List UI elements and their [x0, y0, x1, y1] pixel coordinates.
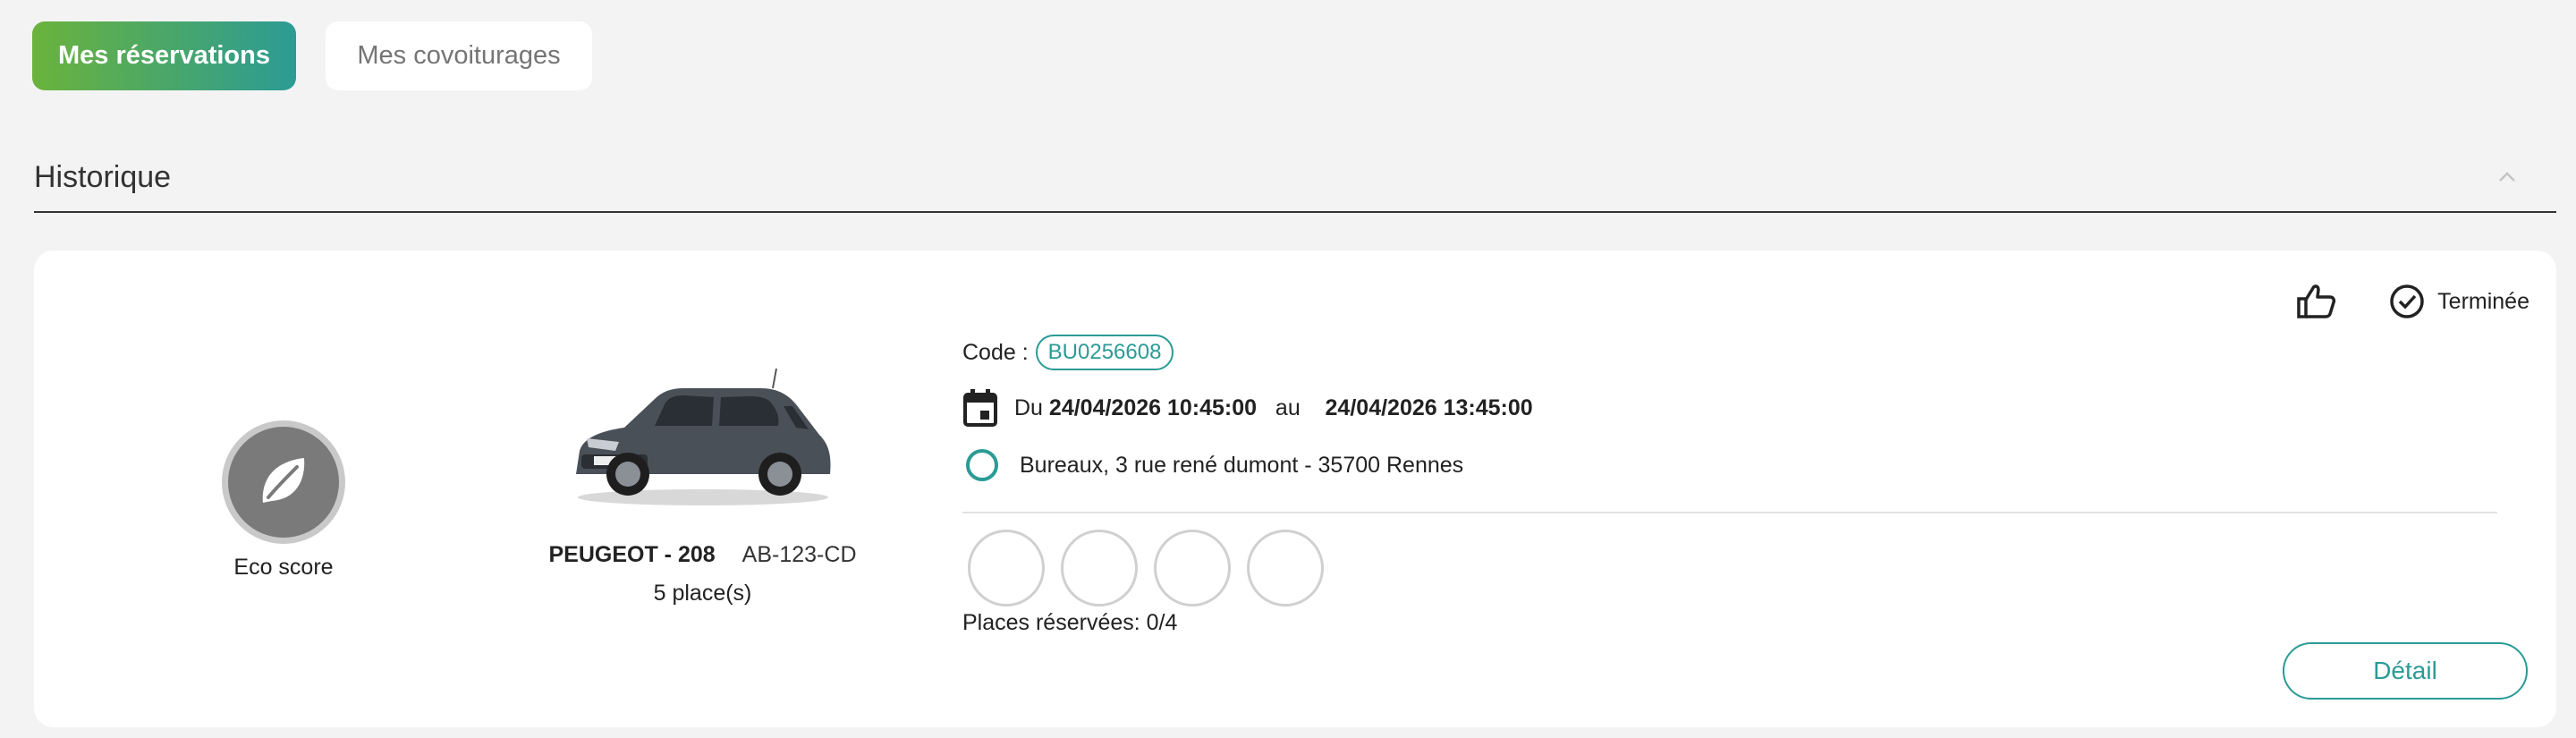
seat-slots — [968, 530, 2497, 607]
code-row: Code : BU0256608 — [962, 333, 2497, 372]
tab-mes-covoiturages[interactable]: Mes covoiturages — [326, 21, 592, 90]
code-badge: BU0256608 — [1035, 335, 1174, 370]
thumbs-up-icon[interactable] — [2296, 283, 2337, 320]
seat-slot — [1154, 530, 1231, 607]
location-circle-icon — [966, 449, 998, 481]
calendar-icon — [962, 388, 998, 428]
tab-mes-reservations[interactable]: Mes réservations — [32, 21, 296, 90]
car-seats: 5 place(s) — [653, 581, 752, 606]
date-to: 24/04/2026 13:45:00 — [1325, 394, 1533, 420]
check-circle-icon — [2389, 284, 2425, 319]
leaf-icon — [252, 449, 315, 516]
detail-button[interactable]: Détail — [2283, 642, 2528, 700]
date-prefix: Du — [1014, 394, 1043, 420]
section-title: Historique — [34, 159, 172, 194]
seat-slot — [1061, 530, 1138, 607]
tabs-bar: Mes réservations Mes covoiturages — [32, 21, 592, 90]
eco-score-badge — [222, 420, 345, 544]
seat-slot — [968, 530, 1045, 607]
car-image — [575, 368, 830, 505]
address-row: Bureaux, 3 rue rené dumont - 35700 Renne… — [962, 445, 2497, 485]
places-reserved-label: Places réservées: 0/4 — [962, 610, 1178, 635]
section-header-historique[interactable]: Historique — [34, 143, 2556, 213]
status-text: Terminée — [2437, 288, 2529, 314]
chevron-up-icon[interactable] — [2497, 171, 2517, 183]
address-text: Bureaux, 3 rue rené dumont - 35700 Renne… — [1020, 452, 1464, 478]
status-area: Terminée — [2296, 283, 2529, 320]
date-from: 24/04/2026 10:45:00 — [1048, 394, 1258, 420]
eco-score-label: Eco score — [233, 555, 334, 580]
seat-slot — [1247, 530, 1324, 607]
date-separator: au — [1275, 394, 1301, 420]
car-model-line: PEUGEOT - 208 AB-123-CD — [499, 542, 906, 568]
eco-score: Eco score — [184, 420, 383, 581]
reservation-info: Code : BU0256608 Du 24/04/2026 10:45:00 … — [962, 333, 2497, 636]
code-label: Code : — [962, 339, 1029, 365]
car-plate: AB-123-CD — [741, 542, 857, 567]
divider — [962, 512, 2497, 513]
reservation-card: Terminée Eco score PEUGEOT - 208 AB-123-… — [34, 250, 2556, 727]
car-model: PEUGEOT - 208 — [548, 542, 716, 567]
car-info: PEUGEOT - 208 AB-123-CD 5 place(s) — [499, 365, 906, 607]
date-row: Du 24/04/2026 10:45:00 au 24/04/2026 13:… — [962, 388, 2497, 428]
